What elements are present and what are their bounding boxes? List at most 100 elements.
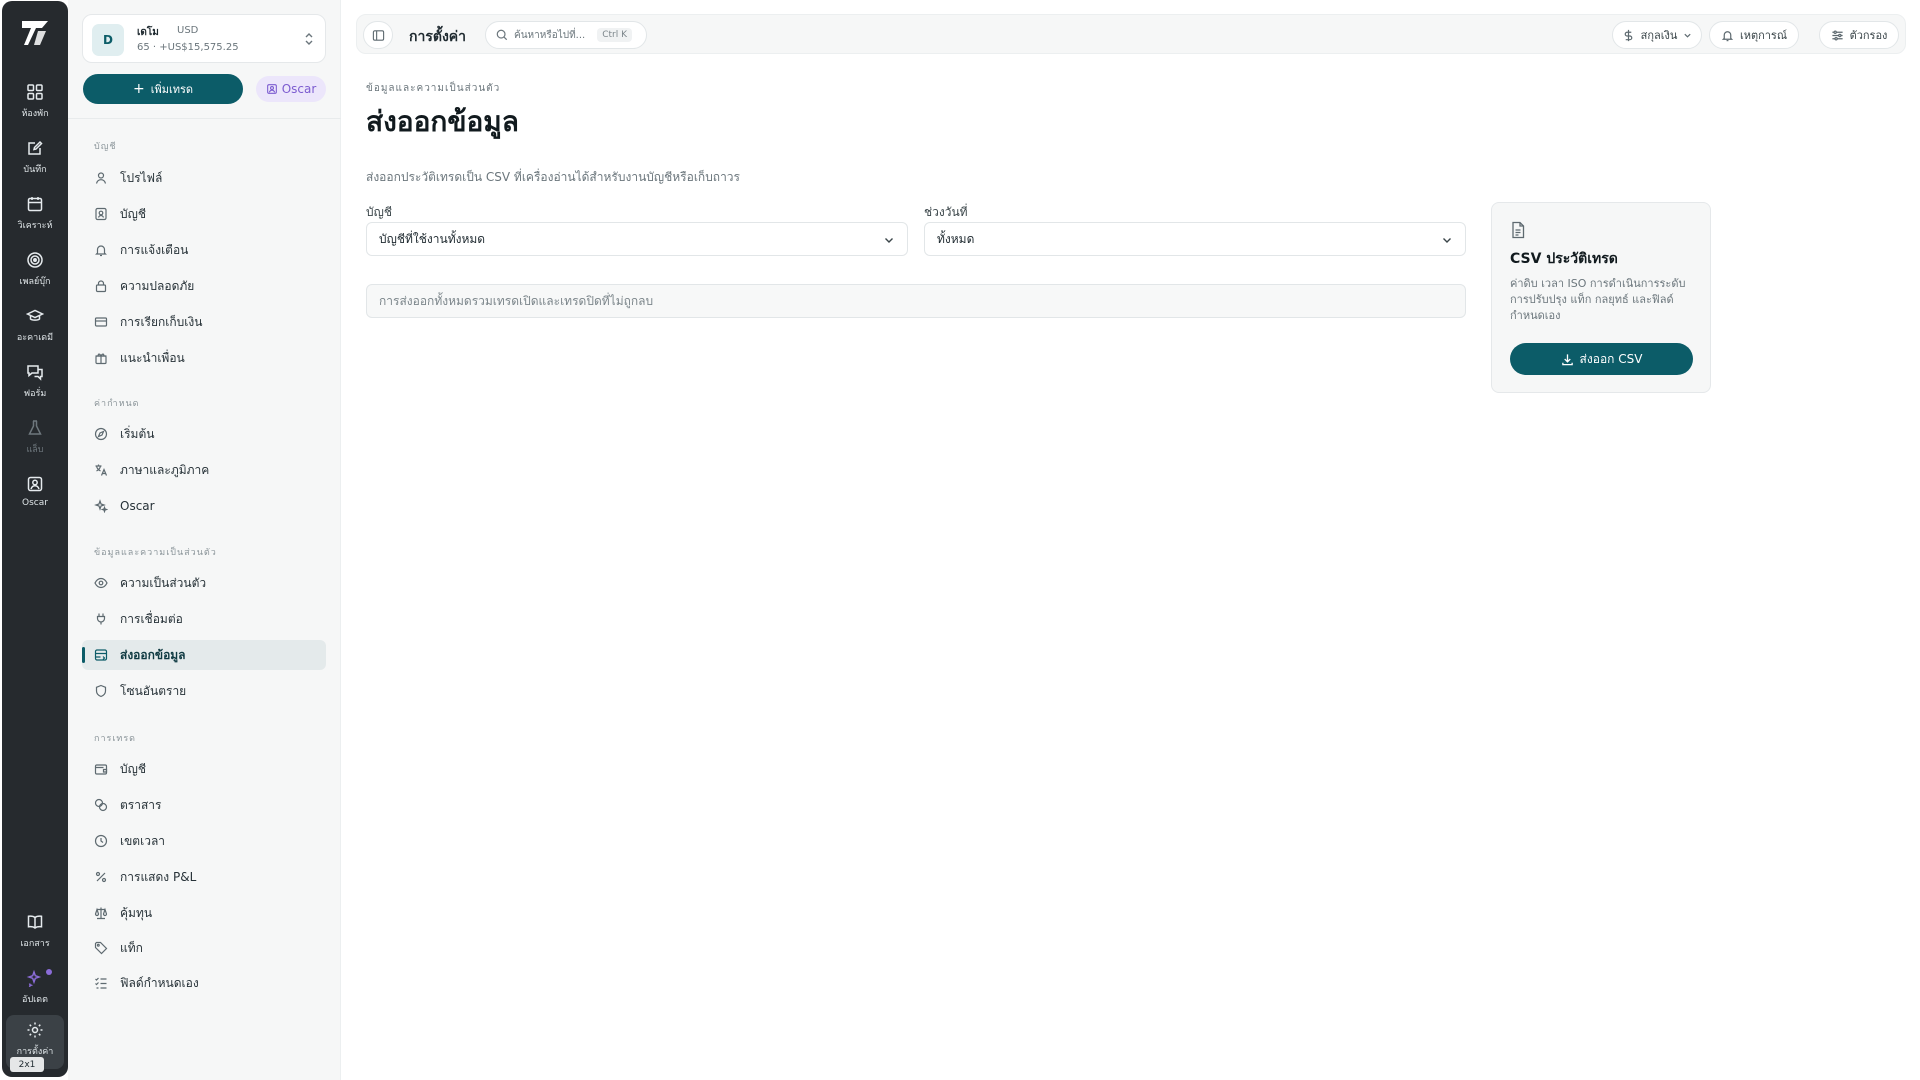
bell-icon (95, 245, 107, 257)
gear-icon (27, 1022, 43, 1038)
sidebar-item-label: แท็ก (120, 940, 143, 955)
sidebar-item-label: โซนอันตราย (120, 683, 187, 698)
brand-logo-icon[interactable] (18, 15, 52, 49)
rail-item-label: บันทึก (23, 165, 47, 175)
rail-item-forum[interactable]: ฟอรั่ม (6, 357, 64, 407)
sidebar-item-pnl-display[interactable]: การแสดง P&L (82, 862, 326, 892)
card-description: ค่าดิบ เวลา ISO การดำเนินการระดับ การปรั… (1510, 277, 1686, 322)
search-placeholder: ค้นหาหรือไปที่... (514, 29, 586, 41)
id-card-icon (95, 207, 107, 221)
sidebar-item-oscar[interactable]: Oscar (82, 491, 326, 521)
list-check-icon (95, 977, 107, 989)
date-range-select[interactable]: ทั้งหมด (924, 222, 1466, 256)
sidebar-item-notifications[interactable]: การแจ้งเตือน (82, 235, 326, 265)
events-label: เหตุการณ์ (1739, 29, 1788, 42)
sidebar-toggle-button[interactable] (363, 21, 393, 49)
rail-item-playbook[interactable]: เพลย์บุ๊ก (6, 245, 64, 295)
avatar: D (92, 24, 124, 56)
rail-item-label: อะคาเดมี (16, 333, 54, 343)
oscar-button[interactable]: Oscar (256, 76, 326, 102)
search-input[interactable]: ค้นหาหรือไปที่... Ctrl K (485, 21, 647, 49)
file-text-icon (1512, 221, 1525, 239)
rail-item-journal[interactable]: บันทึก (6, 133, 64, 183)
sidebar-item-label: ฟิลด์กำหนดเอง (120, 975, 199, 990)
rail-item-academy[interactable]: อะคาเดมี (6, 301, 64, 351)
rail-item-label: อัปเดต (22, 995, 48, 1005)
chevron-down-icon (1684, 33, 1691, 38)
calendar-icon (27, 197, 43, 212)
rail-item-label: วิเคราะห์ (17, 221, 53, 231)
rail-item-docs[interactable]: เอกสาร (6, 907, 64, 957)
settings-sidebar: D เดโม USD 65 · +US$15,575.25 + เพิ่มเทร… (68, 0, 341, 1080)
download-icon (1561, 353, 1573, 365)
rail-item-analytics[interactable]: วิเคราะห์ (6, 189, 64, 239)
database-export-icon (94, 649, 108, 661)
sidebar-item-label: ภาษาและภูมิภาค (120, 462, 210, 477)
sidebar-item-billing[interactable]: การเรียกเก็บเงิน (82, 307, 326, 337)
account-select[interactable]: บัญชีที่ใช้งานทั้งหมด (366, 222, 908, 256)
credit-card-icon (94, 317, 108, 327)
oscar-chip-label: Oscar (281, 82, 317, 96)
rail-item-updates[interactable]: อัปเดต (6, 963, 64, 1013)
divider (68, 118, 341, 119)
percent-icon (95, 871, 107, 883)
sidebar-item-label: แนะนำเพื่อน (120, 350, 185, 365)
gift-icon (95, 353, 107, 365)
book-icon (27, 915, 43, 929)
rail-item-label: แล็บ (26, 445, 44, 455)
notification-dot (46, 969, 52, 975)
date-range-value: ทั้งหมด (937, 231, 975, 246)
sparkles-icon (94, 499, 108, 513)
rail-item-lab[interactable]: แล็บ (6, 413, 64, 463)
page-description: ส่งออกประวัติเทรดเป็น CSV ที่เครื่องอ่าน… (366, 170, 740, 184)
sidebar-item-label: เขตเวลา (120, 833, 166, 848)
coins-icon (94, 798, 108, 812)
sidebar-panel-icon (372, 29, 384, 41)
sidebar-item-referral[interactable]: แนะนำเพื่อน (82, 343, 326, 373)
search-icon (496, 29, 508, 41)
sidebar-item-label: บัญชี (120, 206, 146, 221)
rail-item-label: การตั้งค่า (16, 1047, 54, 1057)
user-icon (95, 172, 107, 184)
sidebar-item-custom-fields[interactable]: ฟิลด์กำหนดเอง (82, 968, 326, 998)
filter-sliders-icon (1831, 30, 1843, 40)
rail-item-oscar[interactable]: Oscar (6, 469, 64, 519)
sidebar-item-defaults[interactable]: เริ่มต้น (82, 419, 326, 449)
clock-icon (94, 834, 108, 848)
icon-rail: ห้องพัก บันทึก วิเคราะห์ เพลย์บุ๊ก อะคาเ… (2, 1, 68, 1077)
compass-icon (94, 427, 108, 441)
sidebar-item-danger-zone[interactable]: โซนอันตราย (82, 676, 326, 706)
sidebar-item-export-data[interactable]: ส่งออกข้อมูล (82, 640, 326, 670)
zoom-badge: 2x1 (10, 1057, 44, 1072)
breadcrumb: ข้อมูลและความเป็นส่วนตัว (366, 83, 501, 94)
sidebar-item-privacy[interactable]: ความเป็นส่วนตัว (82, 568, 326, 598)
events-button[interactable]: เหตุการณ์ (1709, 21, 1799, 49)
sidebar-item-trading-accounts[interactable]: บัญชี (82, 754, 326, 784)
dollar-icon (1624, 29, 1632, 41)
account-summary: 65 · +US$15,575.25 (137, 42, 239, 53)
sidebar-item-timezone[interactable]: เขตเวลา (82, 826, 326, 856)
sidebar-item-account[interactable]: บัญชี (82, 199, 326, 229)
sidebar-item-language[interactable]: ภาษาและภูมิภาค (82, 455, 326, 485)
sidebar-item-instruments[interactable]: ตราสาร (82, 790, 326, 820)
grid-icon (27, 84, 43, 100)
add-trade-button[interactable]: + เพิ่มเทรด (83, 74, 243, 104)
chat-bubbles-icon (27, 365, 43, 381)
sidebar-item-security[interactable]: ความปลอดภัย (82, 271, 326, 301)
sidebar-item-tags[interactable]: แท็ก (82, 933, 326, 963)
sidebar-item-breakeven[interactable]: คุ้มทุน (82, 898, 326, 928)
currency-dropdown[interactable]: สกุลเงิน (1612, 21, 1702, 49)
account-switcher[interactable]: D เดโม USD 65 · +US$15,575.25 (82, 14, 326, 63)
section-title-account: บัญชี (94, 142, 117, 152)
sidebar-item-profile[interactable]: โปรไฟล์ (82, 163, 326, 193)
graduation-cap-icon (26, 309, 44, 321)
account-currency: USD (177, 25, 199, 36)
filter-button[interactable]: ตัวกรอง (1819, 21, 1899, 49)
rail-item-rooms[interactable]: ห้องพัก (6, 77, 64, 127)
oscar-icon (27, 476, 43, 492)
export-note-field[interactable] (366, 284, 1466, 318)
sidebar-item-connections[interactable]: การเชื่อมต่อ (82, 604, 326, 634)
scale-icon (94, 907, 108, 920)
export-csv-button[interactable]: ส่งออก CSV (1510, 343, 1693, 375)
plus-icon: + (132, 81, 145, 97)
